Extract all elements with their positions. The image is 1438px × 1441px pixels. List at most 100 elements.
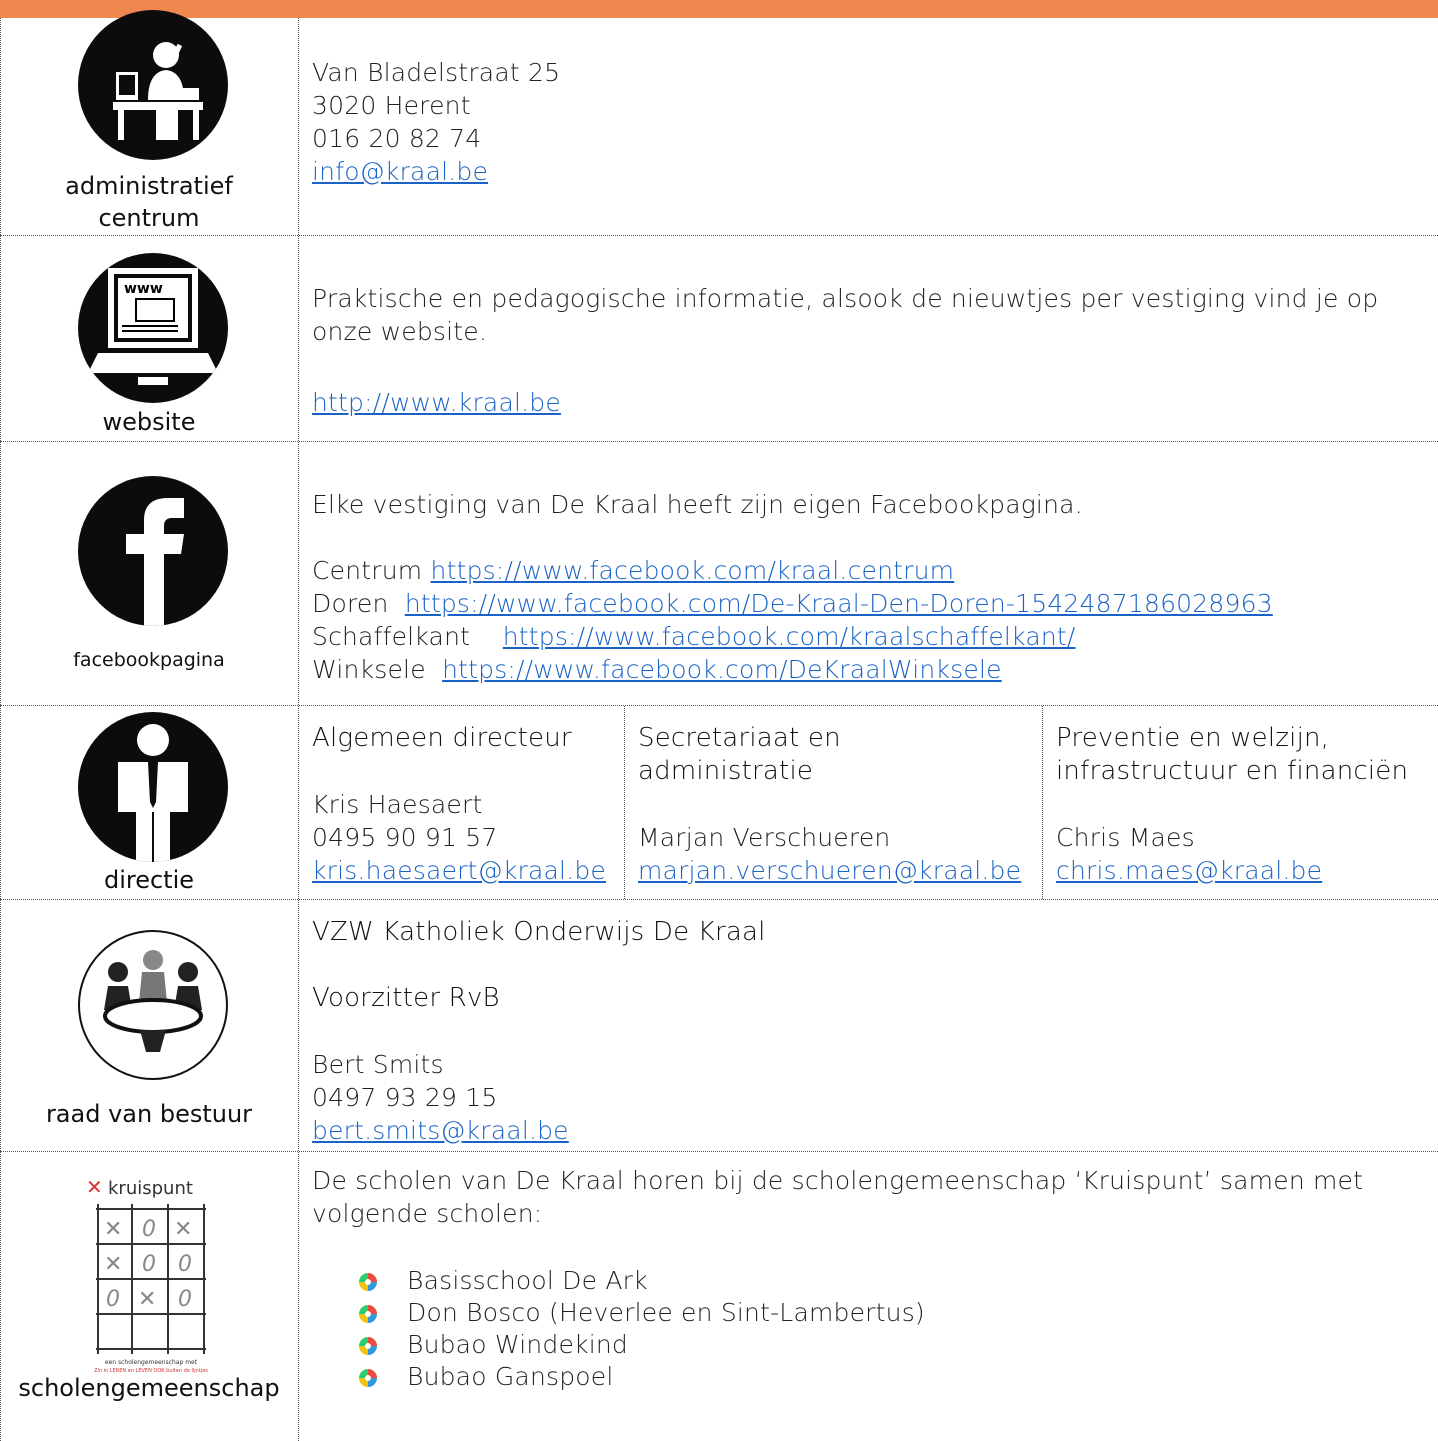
facebook-page-link[interactable]: https://www.facebook.com/kraal.centrum: [431, 556, 955, 585]
row-admin: administratief centrum Van Bladelstraat …: [0, 10, 1438, 236]
website-url-link[interactable]: http://www.kraal.be: [312, 388, 561, 417]
facebook-content: Elke vestiging van De Kraal heeft zijn e…: [312, 488, 1273, 686]
chair-role: Voorzitter RvB: [312, 983, 500, 1013]
street-address: Van Bladelstraat 25: [312, 58, 561, 87]
kruispunt-logo-icon: ✕ kruispunt ✕ 0 ✕ ✕ 0 0 0 ✕ 0 een schole…: [86, 1174, 216, 1374]
scholen-intro-line2: volgende scholen:: [312, 1199, 543, 1228]
scholen-intro-line1: De scholen van De Kraal horen bij de sch…: [312, 1166, 1364, 1195]
person-name: Marjan Verschueren: [638, 823, 891, 852]
scholen-label: scholengemeenschap: [18, 1374, 280, 1402]
raad-icon-cell: raad van bestuur: [0, 900, 298, 1151]
row-directie: directie Algemeen directeur Kris Haesaer…: [0, 706, 1438, 900]
admin-label-line1: administratief: [65, 172, 233, 200]
chair-email-link[interactable]: bert.smits@kraal.be: [312, 1116, 569, 1145]
chair-name: Bert Smits: [312, 1050, 444, 1079]
facebook-page-link[interactable]: https://www.facebook.com/DeKraalWinksele: [442, 655, 1002, 684]
role-title: Algemeen directeur: [312, 723, 572, 753]
directie-label: directie: [103, 866, 195, 894]
kraal-bullet-icon: [359, 1305, 377, 1323]
role-title: Preventie en welzijn,: [1056, 723, 1330, 753]
person-email-link[interactable]: marjan.verschueren@kraal.be: [638, 856, 1021, 885]
row-scholen: ✕ kruispunt ✕ 0 ✕ ✕ 0 0 0 ✕ 0 een schole…: [0, 1152, 1438, 1423]
kraal-bullet-icon: [359, 1369, 377, 1387]
facebook-page-name: Doren: [312, 589, 389, 618]
directie-col-secretariaat: Secretariaat en administratie Marjan Ver…: [638, 722, 1021, 887]
svg-text:✕: ✕: [104, 1217, 122, 1242]
school-list-item: Bubao Ganspoel: [312, 1361, 1363, 1393]
facebook-page-link[interactable]: https://www.facebook.com/De-Kraal-Den-Do…: [405, 589, 1273, 618]
svg-text:0: 0: [106, 1287, 120, 1312]
email-link[interactable]: info@kraal.be: [312, 157, 488, 186]
kraal-bullet-icon: [359, 1273, 377, 1291]
school-name: Don Bosco (Heverlee en Sint-Lambertus): [407, 1298, 925, 1327]
person-email-link[interactable]: chris.maes@kraal.be: [1056, 856, 1322, 885]
admin-label: administratief centrum: [0, 170, 298, 235]
school-name: Basisschool De Ark: [407, 1266, 648, 1295]
phone-number: 016 20 82 74: [312, 124, 482, 153]
facebook-page-winksele: Winksele https://www.facebook.com/DeKraa…: [312, 653, 1273, 686]
director-person-icon: [78, 712, 228, 862]
facebook-label: facebookpagina: [73, 649, 225, 671]
facebook-intro: Elke vestiging van De Kraal heeft zijn e…: [312, 490, 1083, 519]
facebook-page-name: Winksele: [312, 655, 426, 684]
facebook-page-name: Schaffelkant: [312, 622, 471, 651]
svg-text:www: www: [124, 281, 163, 297]
computer-www-icon: www: [78, 253, 228, 403]
kraal-bullet-icon: [359, 1337, 377, 1355]
facebook-page-link[interactable]: https://www.facebook.com/kraalschaffelka…: [503, 622, 1076, 651]
person-name: Chris Maes: [1056, 823, 1195, 852]
raad-content: VZW Katholiek Onderwijs De Kraal Voorzit…: [312, 916, 766, 1147]
svg-text:✕: ✕: [104, 1252, 122, 1277]
admin-label-line2: centrum: [98, 204, 200, 233]
school-list-item: Don Bosco (Heverlee en Sint-Lambertus): [312, 1297, 1363, 1329]
admin-icon-cell: administratief centrum: [0, 10, 298, 235]
svg-text:✕: ✕: [86, 1175, 103, 1199]
school-list-item: Bubao Windekind: [312, 1329, 1363, 1361]
website-description-line2: onze website.: [312, 317, 487, 346]
person-phone: 0495 90 91 57: [312, 823, 498, 852]
svg-text:0: 0: [178, 1287, 192, 1312]
directie-col-general: Algemeen directeur Kris Haesaert 0495 90…: [312, 722, 606, 887]
facebook-page-centrum: Centrum https://www.facebook.com/kraal.c…: [312, 554, 1273, 587]
website-label: website: [102, 408, 196, 436]
role-title-line2: administratie: [638, 756, 814, 786]
school-list: Basisschool De Ark Don Bosco (Heverlee e…: [312, 1265, 1363, 1393]
row-raad: raad van bestuur VZW Katholiek Onderwijs…: [0, 900, 1438, 1152]
svg-text:✕: ✕: [174, 1217, 192, 1242]
svg-text:0: 0: [178, 1252, 192, 1277]
school-name: Bubao Windekind: [407, 1330, 628, 1359]
city-address: 3020 Herent: [312, 91, 471, 120]
directie-icon-cell: directie: [0, 706, 298, 899]
board-meeting-icon: [78, 930, 228, 1080]
person-name: Kris Haesaert: [312, 790, 483, 819]
school-list-item: Basisschool De Ark: [312, 1265, 1363, 1297]
facebook-page-name: Centrum: [312, 556, 423, 585]
facebook-icon-cell: facebookpagina: [0, 442, 298, 705]
role-title: Secretariaat en: [638, 723, 841, 753]
role-title-line2: infrastructuur en financiën: [1056, 756, 1409, 786]
svg-text:0: 0: [142, 1217, 156, 1242]
scholen-content: De scholen van De Kraal horen bij de sch…: [312, 1164, 1363, 1393]
website-description-line1: Praktische en pedagogische informatie, a…: [312, 284, 1379, 313]
kruispunt-logo-caption1: een scholengemeenschap met: [105, 1359, 198, 1366]
svg-text:✕: ✕: [138, 1287, 156, 1312]
kruispunt-logo-title: kruispunt: [108, 1178, 193, 1199]
facebook-page-doren: Doren https://www.facebook.com/De-Kraal-…: [312, 587, 1273, 620]
organisation-name: VZW Katholiek Onderwijs De Kraal: [312, 917, 766, 947]
website-icon-cell: www website: [0, 236, 298, 441]
scholen-icon-cell: ✕ kruispunt ✕ 0 ✕ ✕ 0 0 0 ✕ 0 een schole…: [0, 1152, 298, 1423]
raad-label: raad van bestuur: [45, 1100, 253, 1128]
row-facebook: facebookpagina Elke vestiging van De Kra…: [0, 442, 1438, 706]
person-email-link[interactable]: kris.haesaert@kraal.be: [312, 856, 606, 885]
svg-text:0: 0: [142, 1252, 156, 1277]
directie-col-divider: [1042, 706, 1043, 899]
office-worker-icon: [78, 10, 228, 160]
chair-phone: 0497 93 29 15: [312, 1083, 498, 1112]
website-content: Praktische en pedagogische informatie, a…: [312, 282, 1378, 419]
directie-col-divider: [624, 706, 625, 899]
row-website: www website Praktische en pedagogische i…: [0, 236, 1438, 442]
admin-content: Van Bladelstraat 25 3020 Herent 016 20 8…: [312, 56, 560, 188]
facebook-icon: [78, 476, 228, 626]
school-name: Bubao Ganspoel: [407, 1362, 614, 1391]
facebook-page-schaffelkant: Schaffelkant https://www.facebook.com/kr…: [312, 620, 1273, 653]
